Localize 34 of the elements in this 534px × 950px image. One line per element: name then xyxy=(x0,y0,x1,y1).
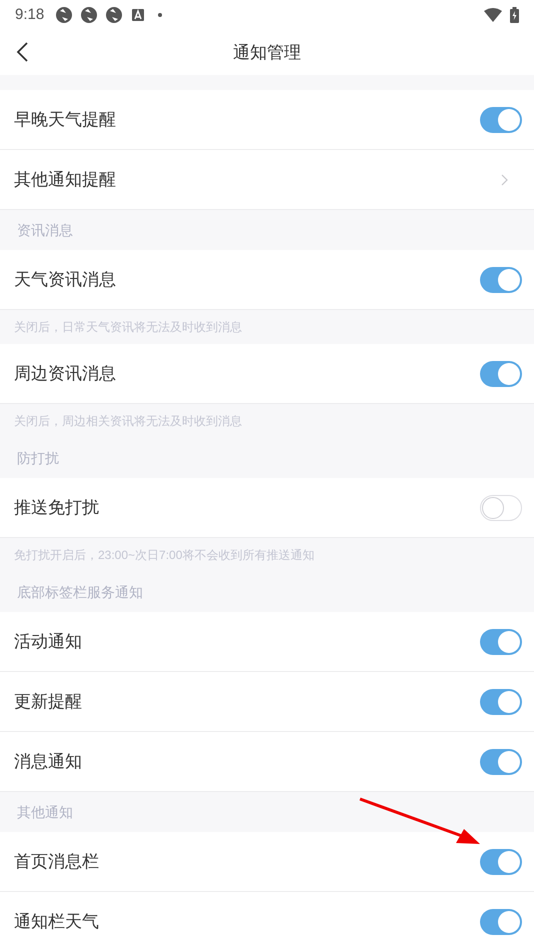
aperture-icon xyxy=(106,7,122,23)
section-header: 底部标签栏服务通知 xyxy=(17,582,143,602)
toggle-switch[interactable] xyxy=(480,908,522,934)
setting-label: 首页消息栏 xyxy=(14,850,99,873)
chevron-right-icon xyxy=(501,174,508,186)
back-icon[interactable] xyxy=(16,42,28,62)
toggle-switch[interactable] xyxy=(480,848,522,874)
battery-icon xyxy=(510,7,519,23)
setting-label: 早晚天气提醒 xyxy=(14,108,116,131)
setting-label: 通知栏天气 xyxy=(14,910,99,933)
toggle-switch[interactable] xyxy=(480,266,522,292)
setting-label: 周边资讯消息 xyxy=(14,362,116,385)
page-title: 通知管理 xyxy=(233,42,301,64)
aperture-icon xyxy=(81,7,98,23)
toggle-switch[interactable] xyxy=(480,748,522,774)
letter-a-icon xyxy=(132,9,144,21)
toggle-switch[interactable] xyxy=(480,106,522,132)
section-header: 防打扰 xyxy=(17,448,59,468)
setting-label: 其他通知提醒 xyxy=(14,168,116,191)
section-header: 其他通知 xyxy=(17,802,73,822)
aperture-icon xyxy=(56,7,72,23)
setting-label: 更新提醒 xyxy=(14,690,82,713)
toggle-switch[interactable] xyxy=(480,360,522,386)
toggle-switch[interactable] xyxy=(480,628,522,654)
setting-label: 天气资讯消息 xyxy=(14,268,116,291)
status-time: 9:18 xyxy=(15,4,44,25)
section-header: 资讯消息 xyxy=(17,220,73,240)
toggle-switch[interactable] xyxy=(480,494,522,520)
toggle-switch[interactable] xyxy=(480,688,522,714)
setting-label: 消息通知 xyxy=(14,750,82,773)
wifi-icon xyxy=(484,8,502,22)
setting-label: 活动通知 xyxy=(14,630,82,653)
dot-icon xyxy=(158,13,162,17)
setting-label: 推送免打扰 xyxy=(14,496,99,519)
